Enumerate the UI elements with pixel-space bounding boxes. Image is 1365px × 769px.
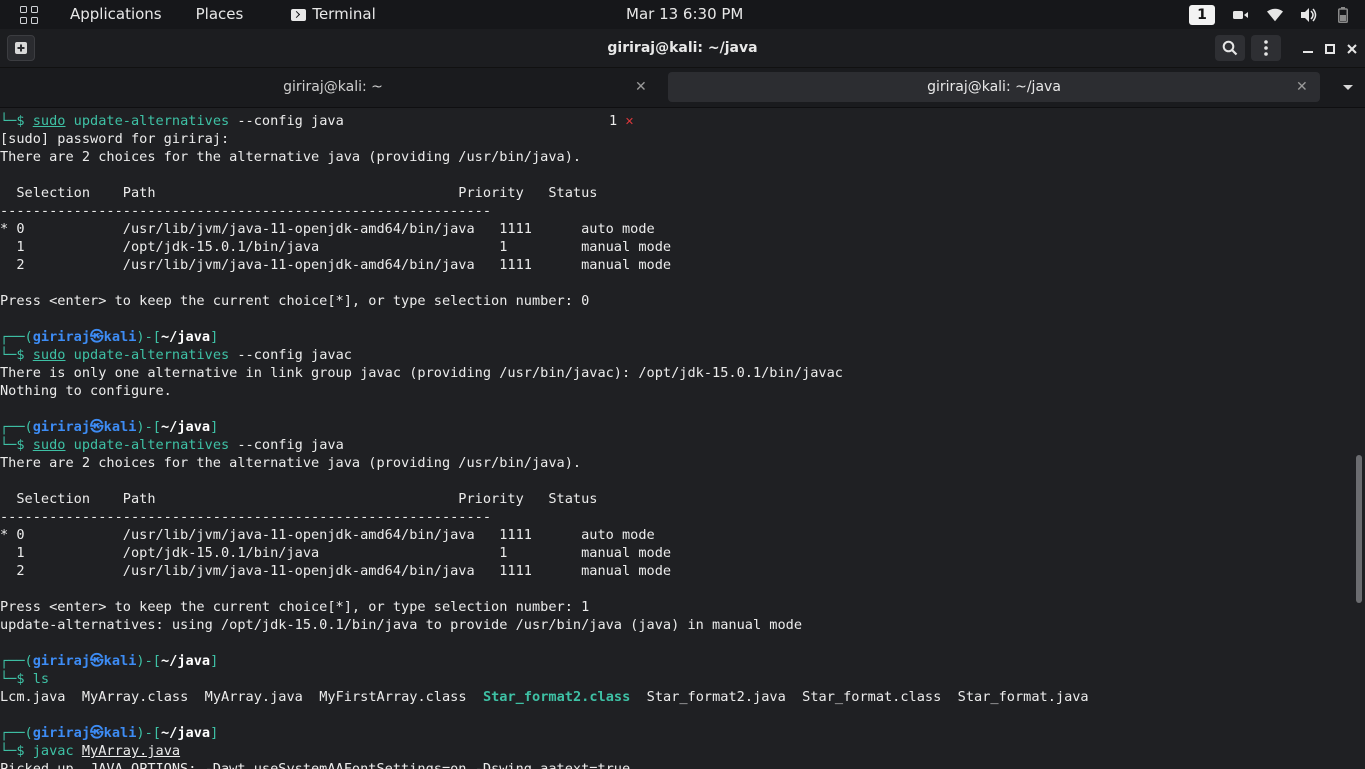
tab-java[interactable]: giriraj@kali: ~/java [668, 72, 1320, 102]
minimize-icon [1303, 50, 1313, 53]
table-row: * 0 /usr/lib/jvm/java-11-openjdk-amd64/b… [0, 527, 655, 543]
table-row: 1 /opt/jdk-15.0.1/bin/java 1 manual mode [0, 239, 672, 255]
output-line: There is only one alternative in link gr… [0, 365, 843, 381]
close-window-button[interactable] [1341, 29, 1363, 68]
wifi-icon[interactable] [1267, 7, 1283, 23]
kebab-menu-icon [1264, 40, 1268, 56]
workspace-indicator[interactable]: 1 [1189, 4, 1215, 25]
file-entry: MyArray.class [81, 689, 189, 705]
terminal-window-header: giriraj@kali: ~/java [0, 29, 1365, 68]
menu-button[interactable] [1251, 35, 1281, 61]
tab-home-close-icon[interactable]: ✕ [635, 72, 647, 102]
maximize-button[interactable] [1319, 29, 1341, 68]
output-line: Press <enter> to keep the current choice… [0, 599, 590, 615]
new-tab-button[interactable] [7, 35, 35, 61]
command-line: └─$ sudo update-alternatives --config ja… [0, 347, 352, 363]
close-icon [1347, 43, 1357, 54]
search-button[interactable] [1215, 35, 1245, 61]
output-line: Picked up _JAVA_OPTIONS: -Dawt.useSystem… [0, 761, 631, 769]
terminal-scrollbar[interactable] [1353, 109, 1365, 769]
search-icon [1222, 40, 1238, 56]
tab-home[interactable]: giriraj@kali: ~ [0, 72, 666, 102]
exit-status: 1 ✕ [609, 113, 634, 129]
terminal-app-label: Terminal [312, 5, 376, 23]
command-line: └─$ sudo update-alternatives --config ja… [0, 113, 344, 129]
prompt-line: ┌──(giriraj㉿kali)-[~/java] [0, 419, 219, 435]
prompt-line: ┌──(giriraj㉿kali)-[~/java] [0, 653, 219, 669]
table-row: 2 /usr/lib/jvm/java-11-openjdk-amd64/bin… [0, 257, 672, 273]
terminal-icon [291, 8, 307, 21]
file-entry: Star_format.java [957, 689, 1089, 705]
prompt-line: ┌──(giriraj㉿kali)-[~/java] [0, 725, 219, 741]
tabs-dropdown-icon[interactable] [1342, 72, 1354, 102]
clock[interactable]: Mar 13 6:30 PM [626, 0, 743, 29]
window-title: giriraj@kali: ~/java [607, 40, 758, 56]
prompt-line: ┌──(giriraj㉿kali)-[~/java] [0, 329, 219, 345]
file-entry-executable: Star_format2.class [482, 689, 631, 705]
system-top-bar: Applications Places Terminal Mar 13 6:30… [0, 0, 1365, 29]
table-header: Selection Path Priority Status [0, 185, 598, 201]
camera-icon[interactable] [1233, 7, 1249, 23]
output-line: update-alternatives: using /opt/jdk-15.0… [0, 617, 803, 633]
tab-java-close-icon[interactable]: ✕ [1296, 72, 1308, 102]
table-separator: ----------------------------------------… [0, 509, 492, 525]
volume-icon[interactable] [1301, 7, 1317, 23]
minimize-button[interactable] [1297, 29, 1319, 68]
app-grid-icon[interactable] [0, 0, 58, 29]
output-line: Press <enter> to keep the current choice… [0, 293, 590, 309]
tab-bar: giriraj@kali: ~ ✕ giriraj@kali: ~/java ✕ [0, 68, 1365, 108]
ls-output: Lcm.java MyArray.class MyArray.java MyFi… [0, 688, 1089, 706]
file-entry: Star_format.class [802, 689, 942, 705]
new-tab-icon [15, 42, 27, 54]
table-row: 2 /usr/lib/jvm/java-11-openjdk-amd64/bin… [0, 563, 672, 579]
terminal-output[interactable]: └─$ sudo update-alternatives --config ja… [0, 109, 1353, 769]
file-entry: Star_format2.java [646, 689, 786, 705]
table-header: Selection Path Priority Status [0, 491, 598, 507]
places-menu[interactable]: Places [174, 0, 256, 29]
table-separator: ----------------------------------------… [0, 203, 492, 219]
file-entry: MyFirstArray.class [319, 689, 467, 705]
output-line: Nothing to configure. [0, 383, 172, 399]
command-line: └─$ javac MyArray.java [0, 743, 181, 759]
table-row: * 0 /usr/lib/jvm/java-11-openjdk-amd64/b… [0, 221, 655, 237]
file-entry: MyArray.java [204, 689, 303, 705]
scrollbar-thumb[interactable] [1356, 455, 1362, 603]
table-row: 1 /opt/jdk-15.0.1/bin/java 1 manual mode [0, 545, 672, 561]
file-entry: Lcm.java [0, 689, 66, 705]
battery-icon[interactable] [1335, 6, 1351, 23]
command-line: └─$ sudo update-alternatives --config ja… [0, 437, 344, 453]
terminal-app-menu[interactable]: Terminal [255, 0, 387, 29]
maximize-icon [1325, 43, 1335, 54]
output-line: [sudo] password for giriraj: [0, 131, 230, 147]
command-line: └─$ ls [0, 671, 50, 687]
output-line: There are 2 choices for the alternative … [0, 149, 582, 165]
output-line: There are 2 choices for the alternative … [0, 455, 582, 471]
applications-menu[interactable]: Applications [58, 0, 174, 29]
